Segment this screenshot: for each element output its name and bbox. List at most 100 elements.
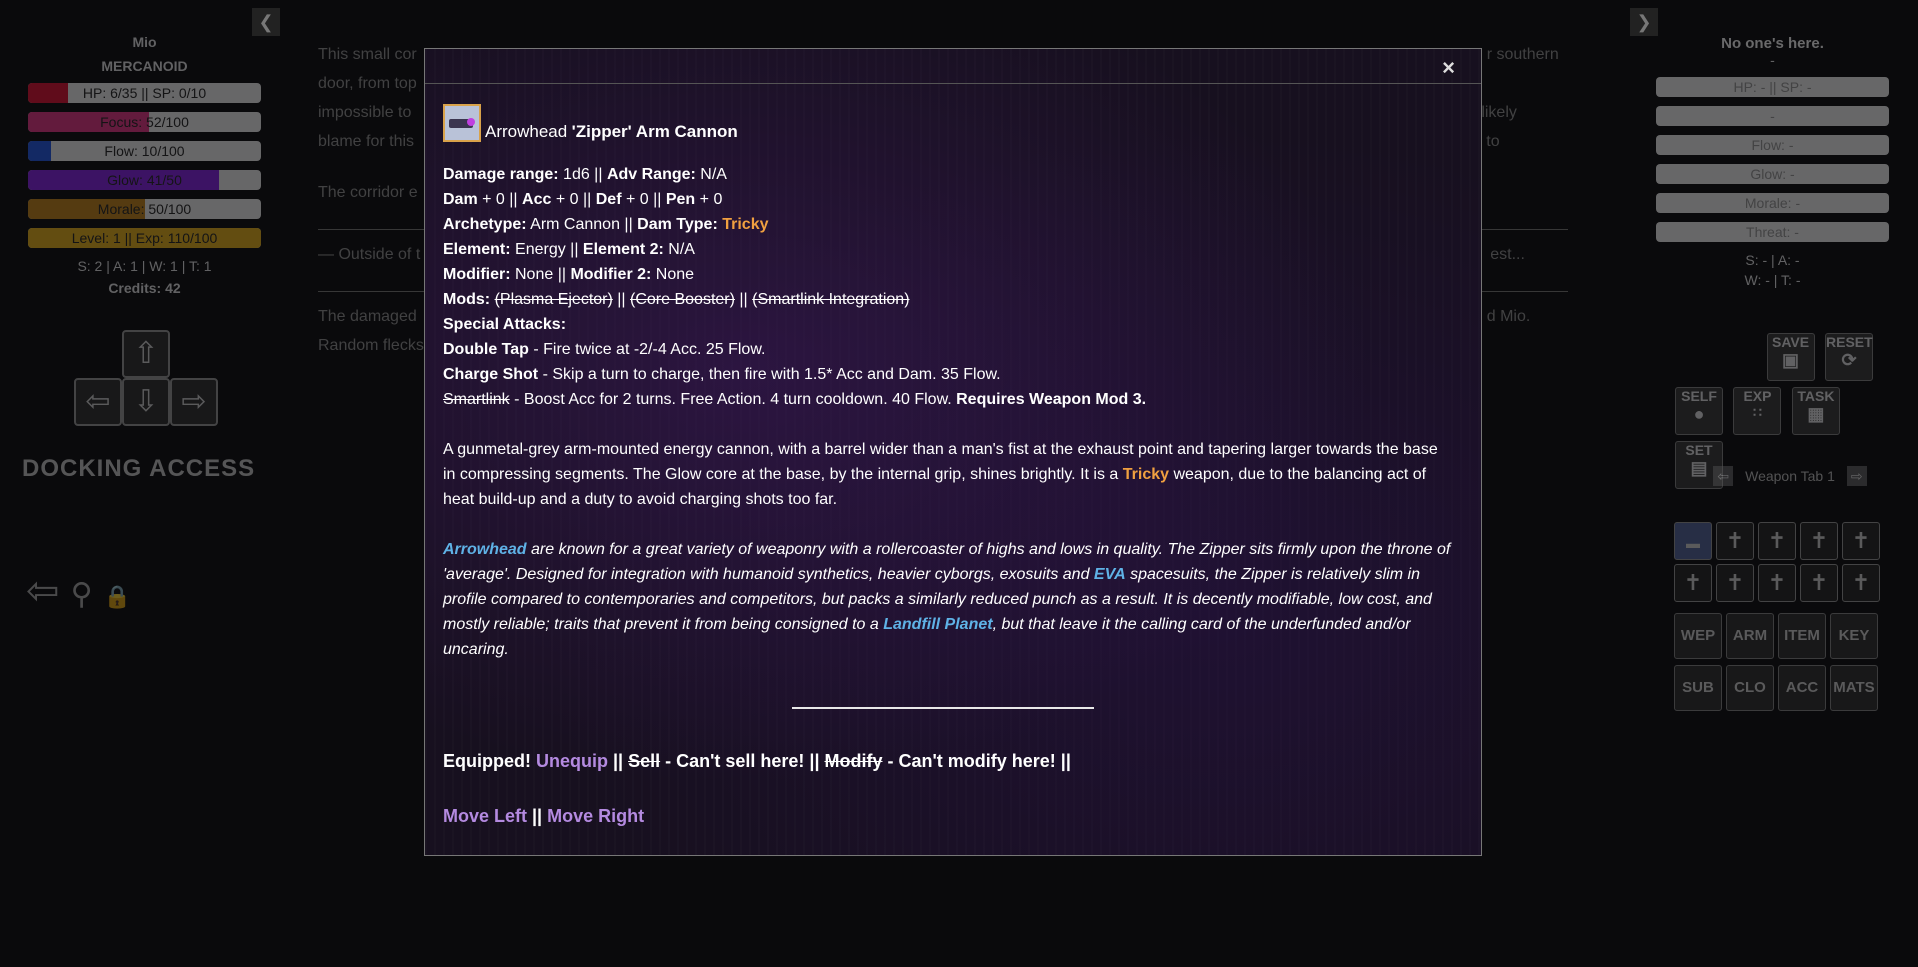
- adv-range-value: N/A: [695, 166, 727, 183]
- lore-link-landfill-planet[interactable]: Landfill Planet: [883, 616, 992, 633]
- sell-note: - Can't sell here! ||: [660, 751, 825, 771]
- up-arrow-icon[interactable]: ⇧: [122, 330, 170, 378]
- equipped-status: Equipped!: [443, 751, 536, 771]
- sword-icon: ✝: [1683, 570, 1703, 595]
- morale-bar: Morale: 50/100: [28, 199, 261, 219]
- move-left-button[interactable]: Move Left: [443, 806, 527, 826]
- player-stats: S: 2 | A: 1 | W: 1 | T: 1: [77, 258, 212, 274]
- weapon-slot-empty[interactable]: ✝: [1800, 564, 1838, 602]
- scene-text-fragment: est...: [1490, 246, 1525, 263]
- scene-text-fragment: blame for this: [318, 133, 415, 150]
- archetype-value: Arm Cannon ||: [526, 216, 638, 233]
- category-mats-button[interactable]: MATS: [1830, 665, 1878, 711]
- item-description: A gunmetal-grey arm-mounted energy canno…: [443, 437, 1451, 512]
- weapon-slot-empty[interactable]: ✝: [1800, 522, 1838, 560]
- floppy-icon: ▣: [1782, 350, 1800, 370]
- glow-label: Glow: 41/50: [107, 172, 182, 188]
- category-arm-button[interactable]: ARM: [1726, 613, 1774, 659]
- element-label: Element:: [443, 241, 511, 258]
- exp-button[interactable]: EXP ∷: [1733, 387, 1782, 435]
- adv-range-label: Adv Range:: [606, 166, 696, 183]
- weapon-slot-empty[interactable]: ✝: [1716, 564, 1754, 602]
- item-name: 'Zipper' Arm Cannon: [571, 121, 738, 141]
- weapon-tab-next-icon[interactable]: ⇨: [1846, 466, 1867, 486]
- attack-name: Double Tap: [443, 341, 529, 358]
- attack-name: Charge Shot: [443, 366, 539, 383]
- special-attack-smartlink: Smartlink - Boost Acc for 2 turns. Free …: [443, 387, 1451, 412]
- damage-range-line: Damage range: 1d6 || Adv Range: N/A: [443, 162, 1451, 187]
- arm-cannon-icon: [443, 104, 481, 142]
- unequip-button[interactable]: Unequip: [536, 751, 608, 771]
- category-acc-button[interactable]: ACC: [1778, 665, 1826, 711]
- attack-name: Smartlink: [443, 391, 510, 408]
- player-name: Mio: [132, 34, 157, 50]
- down-arrow-icon[interactable]: ⇩: [122, 378, 170, 426]
- mods-separator: ||: [734, 291, 753, 308]
- scene-text-fragment: Random flecks: [318, 337, 424, 354]
- self-button[interactable]: SELF ●: [1675, 387, 1723, 435]
- level-label: Level: 1 || Exp: 110/100: [71, 230, 218, 246]
- move-right-button[interactable]: Move Right: [547, 806, 644, 826]
- weapon-tab-prev-icon[interactable]: ⇦: [1713, 466, 1734, 486]
- left-arrow-icon[interactable]: ⇦: [74, 378, 122, 426]
- task-button[interactable]: TASK ▦: [1791, 387, 1840, 435]
- attack-description: - Boost Acc for 2 turns. Free Action. 4 …: [509, 391, 957, 408]
- close-icon[interactable]: ×: [1442, 55, 1455, 81]
- category-clo-button[interactable]: CLO: [1726, 665, 1774, 711]
- lore-link-eva[interactable]: EVA: [1094, 566, 1126, 583]
- right-arrow-icon[interactable]: ⇨: [170, 378, 218, 426]
- element-line: Element: Energy || Element 2: N/A: [443, 237, 1451, 262]
- focus-label: Focus: 52/100: [100, 114, 189, 130]
- weapon-slot-empty[interactable]: ✝: [1758, 564, 1796, 602]
- modifier-value: None ||: [510, 266, 571, 283]
- self-icon: ●: [1693, 404, 1705, 424]
- scene-text-fragment: The damaged: [318, 308, 417, 325]
- attack-requirement: Requires Weapon Mod 3.: [956, 391, 1147, 408]
- task-label: TASK: [1797, 388, 1835, 404]
- category-item-button[interactable]: ITEM: [1778, 613, 1826, 659]
- right-panel-toggle-icon[interactable]: ❯: [1630, 8, 1658, 36]
- action-separator: ||: [608, 751, 629, 771]
- archetype-label: Archetype:: [443, 216, 527, 233]
- weapon-slot-empty[interactable]: ✝: [1758, 522, 1796, 560]
- weapon-slot-empty[interactable]: ✝: [1716, 522, 1754, 560]
- glow-bar: Glow: 41/50: [28, 170, 261, 190]
- category-key-button[interactable]: KEY: [1830, 613, 1878, 659]
- scene-text-fragment: — Outside of t: [318, 246, 421, 263]
- reset-button[interactable]: RESET ⟳: [1825, 333, 1873, 381]
- modify-button: Modify: [824, 751, 883, 771]
- sell-button: Sell: [628, 751, 661, 771]
- weapon-slot-empty[interactable]: ✝: [1842, 522, 1880, 560]
- special-attacks-label: Special Attacks:: [443, 316, 567, 333]
- pen-label: Pen: [665, 191, 696, 208]
- back-arrow-icon[interactable]: ⇦: [26, 569, 60, 613]
- dam-type-value: Tricky: [722, 216, 769, 233]
- exp-icon: ∷: [1752, 404, 1762, 420]
- hp-label: HP: 6/35 || SP: 0/10: [82, 85, 207, 101]
- hp-bar: HP: 6/35 || SP: 0/10: [28, 83, 261, 103]
- archetype-line: Archetype: Arm Cannon || Dam Type: Trick…: [443, 212, 1451, 237]
- pen-value: + 0: [695, 191, 723, 208]
- weapon-slot-empty[interactable]: ✝: [1842, 564, 1880, 602]
- acc-value: + 0 ||: [551, 191, 596, 208]
- target-stats-2: W: - | T: -: [1744, 272, 1801, 288]
- inventory-categories: WEP ARM ITEM KEY SUB CLO ACC MATS: [1672, 610, 1892, 714]
- minimap: ⇦ ⚲ 🔒: [26, 568, 216, 638]
- stat-mods-line: Dam + 0 || Acc + 0 || Def + 0 || Pen + 0: [443, 187, 1451, 212]
- def-value: + 0 ||: [621, 191, 666, 208]
- target-flow-bar: Flow: -: [1656, 135, 1889, 155]
- weapon-tab-label: Weapon Tab 1: [1745, 468, 1835, 484]
- lock-icon: 🔒: [103, 584, 132, 609]
- weapon-slot-arm-cannon[interactable]: ▬: [1674, 522, 1712, 560]
- weapon-tab-nav: ⇦ Weapon Tab 1 ⇨: [1695, 466, 1885, 486]
- save-button[interactable]: SAVE ▣: [1766, 333, 1815, 381]
- category-wep-button[interactable]: WEP: [1674, 613, 1722, 659]
- scene-text-fragment: This small cor: [318, 46, 417, 63]
- weapon-slot-empty[interactable]: ✝: [1674, 564, 1712, 602]
- lore-link-arrowhead[interactable]: Arrowhead: [443, 541, 527, 558]
- dam-type-label: Dam Type:: [637, 216, 718, 233]
- book-icon: ▦: [1807, 404, 1825, 424]
- settings-label: SET: [1685, 442, 1713, 458]
- category-sub-button[interactable]: SUB: [1674, 665, 1722, 711]
- target-subtitle: -: [1770, 52, 1775, 68]
